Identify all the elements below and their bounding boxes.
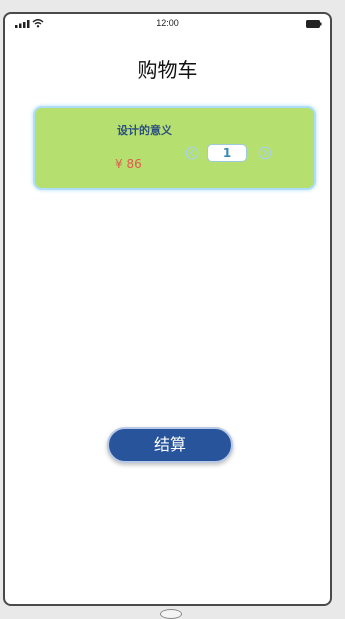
status-bar: 12:00 [5, 14, 330, 34]
battery-icon [306, 20, 322, 28]
plus-circle-icon[interactable] [258, 146, 272, 160]
page-title: 购物车 [137, 58, 198, 82]
item-name: 设计的意义 [117, 124, 172, 137]
cart-item-card[interactable]: 设计的意义 ¥ 86 1 [33, 106, 316, 190]
status-time: 12:00 [156, 18, 179, 28]
home-button[interactable] [160, 609, 182, 619]
checkout-button[interactable]: 结算 [107, 427, 233, 463]
phone-frame: 12:00 购物车 设计的意义 ¥ 86 1 结算 [3, 12, 332, 606]
quantity-value[interactable]: 1 [207, 144, 247, 162]
minus-circle-icon[interactable] [185, 146, 199, 160]
quantity-stepper: 1 [185, 144, 275, 166]
item-price: ¥ 86 [115, 157, 142, 171]
